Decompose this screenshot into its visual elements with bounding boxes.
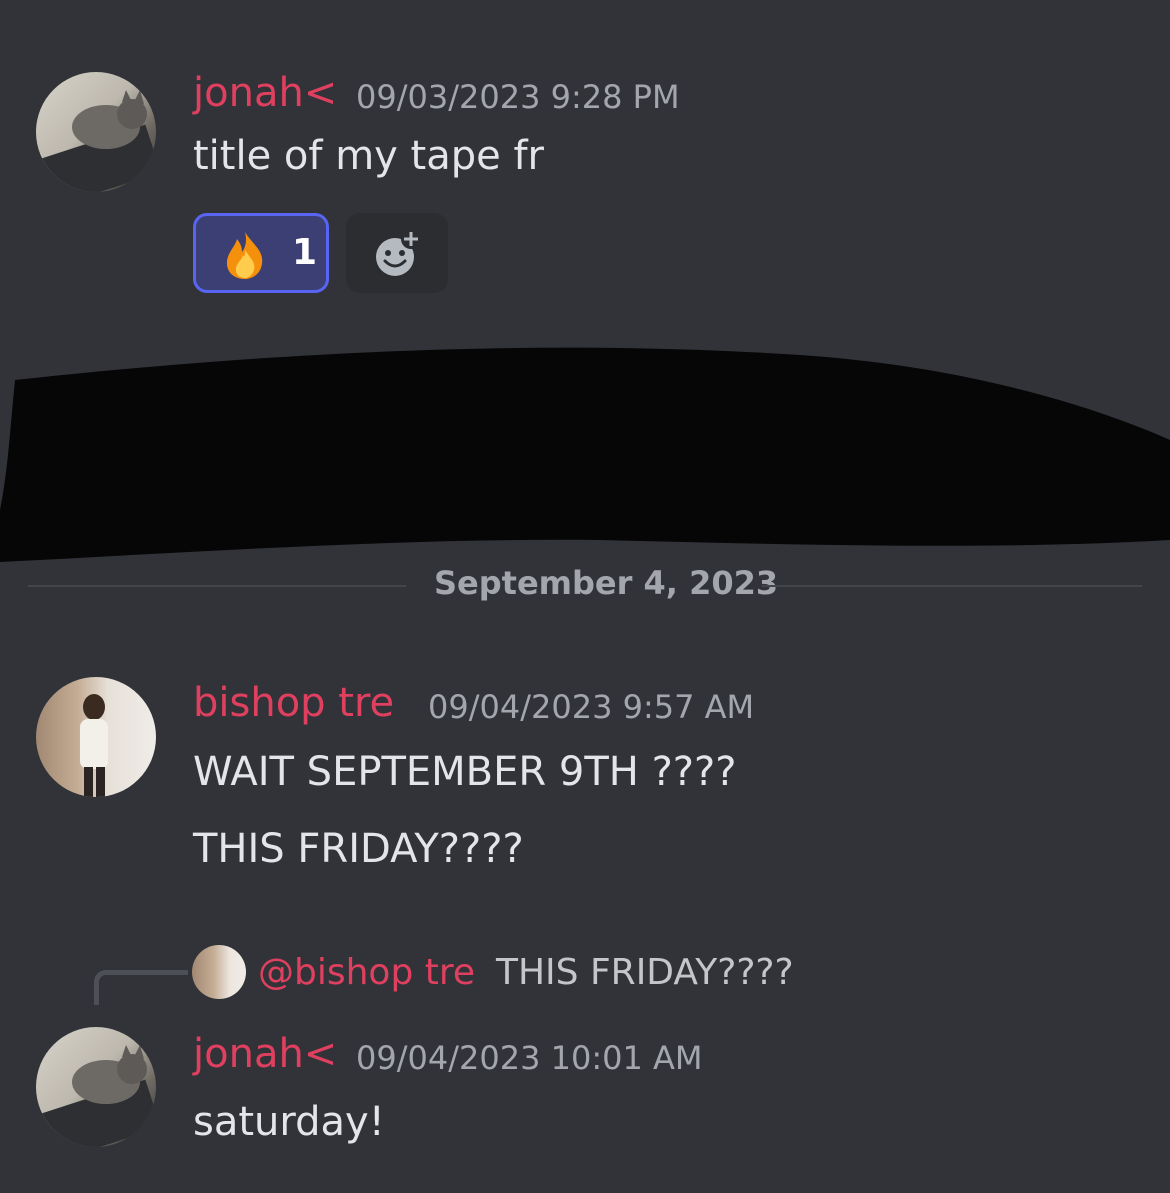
message-text: saturday! (193, 1099, 385, 1145)
reply-preview-text[interactable]: THIS FRIDAY???? (496, 952, 794, 993)
message-text: title of my tape fr (193, 133, 544, 179)
message-text: WAIT SEPTEMBER 9TH ???? (193, 749, 737, 795)
add-reaction-button[interactable] (346, 213, 448, 293)
redacted-area (0, 347, 1170, 562)
timestamp: 09/04/2023 9:57 AM (428, 688, 755, 726)
timestamp: 09/03/2023 9:28 PM (356, 78, 680, 116)
fire-icon (222, 230, 268, 284)
reply-avatar (192, 945, 246, 999)
author-name[interactable]: bishop tre (193, 680, 394, 726)
avatar-jonah[interactable] (36, 1027, 156, 1147)
add-emoji-icon (376, 229, 421, 276)
date-divider-left (28, 585, 406, 587)
message-text: THIS FRIDAY???? (193, 826, 524, 872)
avatar-bishop-tre[interactable] (36, 677, 156, 797)
author-name[interactable]: jonah< (193, 1031, 337, 1077)
cat-avatar-icon (36, 90, 156, 192)
reply-connector (94, 970, 188, 1005)
author-name[interactable]: jonah< (193, 70, 337, 116)
date-divider: September 4, 2023 (434, 564, 779, 602)
person-avatar-icon (80, 694, 108, 797)
timestamp: 09/04/2023 10:01 AM (356, 1039, 703, 1077)
cat-avatar-icon (36, 1045, 156, 1147)
reaction-fire[interactable]: 1 (193, 213, 329, 293)
date-divider-right (762, 585, 1142, 587)
avatar-jonah[interactable] (36, 72, 156, 192)
reply-mention[interactable]: @bishop tre (258, 952, 475, 993)
reaction-count: 1 (292, 232, 318, 273)
